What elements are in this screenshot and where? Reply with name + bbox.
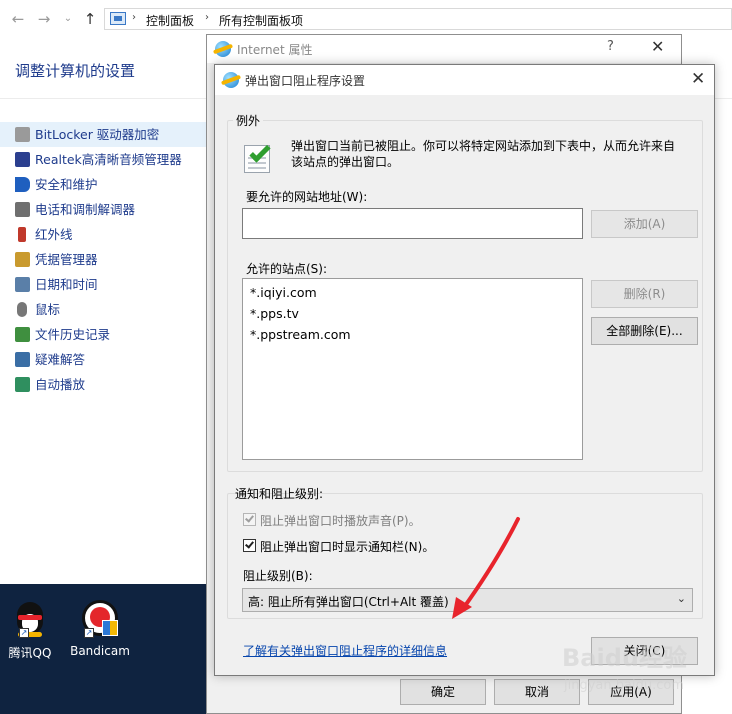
allow-check-icon bbox=[242, 141, 274, 175]
list-item[interactable]: *.iqiyi.com bbox=[250, 285, 317, 300]
cp-item-label: 自动播放 bbox=[35, 377, 86, 392]
watermark-brand: Baidu经验 bbox=[562, 644, 687, 672]
desktop-icon-label: 腾讯QQ bbox=[8, 646, 52, 660]
forward-arrow-icon[interactable]: → bbox=[34, 9, 54, 29]
ok-button[interactable]: 确定 bbox=[400, 679, 486, 705]
play-sound-checkbox-row[interactable]: 阻止弹出窗口时播放声音(P)。 bbox=[243, 512, 543, 528]
audio-manager-icon bbox=[15, 152, 30, 167]
checkbox-label: 阻止弹出窗口时播放声音(P)。 bbox=[260, 514, 421, 528]
blocking-level-value: 高: 阻止所有弹出窗口(Ctrl+Alt 覆盖) bbox=[248, 595, 449, 609]
cp-item-infrared[interactable]: 红外线 bbox=[0, 222, 210, 247]
play-sound-checkbox[interactable] bbox=[243, 513, 256, 526]
exceptions-group-label: 例外 bbox=[233, 112, 264, 129]
remove-all-button[interactable]: 全部删除(E)... bbox=[591, 317, 698, 345]
learn-more-link[interactable]: 了解有关弹出窗口阻止程序的详细信息 bbox=[243, 642, 447, 659]
list-item[interactable]: *.ppstream.com bbox=[250, 327, 351, 342]
cp-item-security[interactable]: 安全和维护 bbox=[0, 172, 210, 197]
desktop: ↗ 腾讯QQ ↗ Bandicam bbox=[0, 584, 207, 714]
autoplay-icon bbox=[15, 377, 30, 392]
show-notification-bar-checkbox[interactable] bbox=[243, 539, 256, 552]
allowed-sites-label: 允许的站点(S): bbox=[246, 262, 328, 276]
cp-item-bitlocker[interactable]: BitLocker 驱动器加密 bbox=[0, 122, 210, 147]
internet-globe-icon bbox=[223, 72, 239, 88]
navigation-bar: ← → ⌄ ↑ › 控制面板 › 所有控制面板项 bbox=[0, 0, 732, 38]
website-address-input[interactable] bbox=[242, 208, 583, 239]
notification-group-label: 通知和阻止级别: bbox=[235, 487, 324, 501]
file-history-icon bbox=[15, 327, 30, 342]
allowed-sites-list[interactable]: *.iqiyi.com *.pps.tv *.ppstream.com bbox=[242, 278, 583, 460]
baidu-watermark: Baidu经验 jingyan.baidu.com bbox=[560, 636, 730, 706]
address-bar[interactable]: › 控制面板 › 所有控制面板项 bbox=[104, 8, 732, 30]
cp-item-credential[interactable]: 凭据管理器 bbox=[0, 247, 210, 272]
cp-item-label: 疑难解答 bbox=[35, 352, 86, 367]
cp-item-label: BitLocker 驱动器加密 bbox=[35, 127, 160, 142]
cp-item-label: 凭据管理器 bbox=[35, 252, 98, 267]
infrared-icon bbox=[18, 227, 26, 242]
blocking-level-select[interactable]: 高: 阻止所有弹出窗口(Ctrl+Alt 覆盖) ⌄ bbox=[242, 588, 693, 612]
control-panel-item-list: BitLocker 驱动器加密 Realtek高清晰音频管理器 安全和维护 电话… bbox=[0, 122, 210, 397]
internet-properties-titlebar: Internet 属性 ? ✕ bbox=[207, 35, 681, 63]
cp-item-date-time[interactable]: 日期和时间 bbox=[0, 272, 210, 297]
show-notification-bar-checkbox-row[interactable]: 阻止弹出窗口时显示通知栏(N)。 bbox=[243, 538, 543, 554]
bandicam-icon: ↗ bbox=[80, 598, 120, 638]
cp-item-autoplay[interactable]: 自动播放 bbox=[0, 372, 210, 397]
close-icon[interactable]: ✕ bbox=[651, 37, 664, 56]
desktop-shortcut-qq[interactable]: ↗ 腾讯QQ bbox=[0, 598, 60, 661]
cp-item-label: Realtek高清晰音频管理器 bbox=[35, 152, 182, 167]
add-button[interactable]: 添加(A) bbox=[591, 210, 698, 238]
recent-chevron-icon[interactable]: ⌄ bbox=[58, 9, 78, 29]
breadcrumb-all-items[interactable]: 所有控制面板项 bbox=[219, 12, 303, 29]
cp-item-file-history[interactable]: 文件历史记录 bbox=[0, 322, 210, 347]
window-title: Internet 属性 bbox=[237, 43, 313, 57]
checkbox-label: 阻止弹出窗口时显示通知栏(N)。 bbox=[260, 540, 435, 554]
watermark-url: jingyan.baidu.com bbox=[564, 678, 684, 693]
internet-globe-icon bbox=[215, 41, 231, 57]
cp-item-mouse[interactable]: 鼠标 bbox=[0, 297, 210, 322]
credential-icon bbox=[15, 252, 30, 267]
control-panel-icon bbox=[110, 12, 126, 25]
cp-item-phone-modem[interactable]: 电话和调制解调器 bbox=[0, 197, 210, 222]
info-text-line1: 弹出窗口当前已被阻止。你可以将特定网站添加到下表中，从而允许来自 bbox=[291, 139, 676, 153]
cp-item-label: 文件历史记录 bbox=[35, 327, 111, 342]
chevron-down-icon: ⌄ bbox=[676, 592, 686, 605]
help-button[interactable]: ? bbox=[607, 39, 614, 54]
mouse-icon bbox=[17, 302, 27, 317]
desktop-shortcut-bandicam[interactable]: ↗ Bandicam bbox=[70, 598, 130, 658]
cp-item-label: 鼠标 bbox=[35, 302, 61, 317]
breadcrumb-control-panel[interactable]: 控制面板 bbox=[146, 12, 194, 29]
dialog-title: 弹出窗口阻止程序设置 bbox=[245, 74, 366, 88]
flag-icon bbox=[15, 177, 30, 192]
shortcut-arrow-icon: ↗ bbox=[19, 628, 29, 638]
cp-item-realtek[interactable]: Realtek高清晰音频管理器 bbox=[0, 147, 210, 172]
back-arrow-icon[interactable]: ← bbox=[8, 9, 28, 29]
up-arrow-icon[interactable]: ↑ bbox=[80, 9, 100, 29]
breadcrumb-separator-icon: › bbox=[205, 12, 209, 23]
qq-icon: ↗ bbox=[13, 598, 47, 638]
page-title: 调整计算机的设置 bbox=[15, 62, 136, 80]
cp-item-troubleshoot[interactable]: 疑难解答 bbox=[0, 347, 210, 372]
desktop-icon-label: Bandicam bbox=[70, 644, 130, 658]
address-label: 要允许的网站地址(W): bbox=[246, 190, 368, 204]
dialog-titlebar: 弹出窗口阻止程序设置 ✕ bbox=[215, 65, 714, 95]
blocking-level-label: 阻止级别(B): bbox=[243, 569, 313, 583]
shortcut-arrow-icon: ↗ bbox=[84, 628, 94, 638]
cp-item-label: 安全和维护 bbox=[35, 177, 98, 192]
cp-item-label: 电话和调制解调器 bbox=[35, 202, 136, 217]
info-text-line2: 该站点的弹出窗口。 bbox=[291, 155, 400, 169]
bitlocker-icon bbox=[15, 127, 30, 142]
cp-item-label: 日期和时间 bbox=[35, 277, 98, 292]
cp-item-label: 红外线 bbox=[35, 227, 73, 242]
close-icon[interactable]: ✕ bbox=[691, 69, 705, 89]
list-item[interactable]: *.pps.tv bbox=[250, 306, 299, 321]
clock-icon bbox=[15, 277, 30, 292]
troubleshoot-icon bbox=[15, 352, 30, 367]
remove-button[interactable]: 删除(R) bbox=[591, 280, 698, 308]
popup-blocker-settings-dialog: 弹出窗口阻止程序设置 ✕ 例外 弹出窗口当前已被阻止。你可以将特定网站添加到下表… bbox=[214, 64, 715, 676]
breadcrumb-separator-icon: › bbox=[132, 12, 136, 23]
fax-icon bbox=[15, 202, 30, 217]
